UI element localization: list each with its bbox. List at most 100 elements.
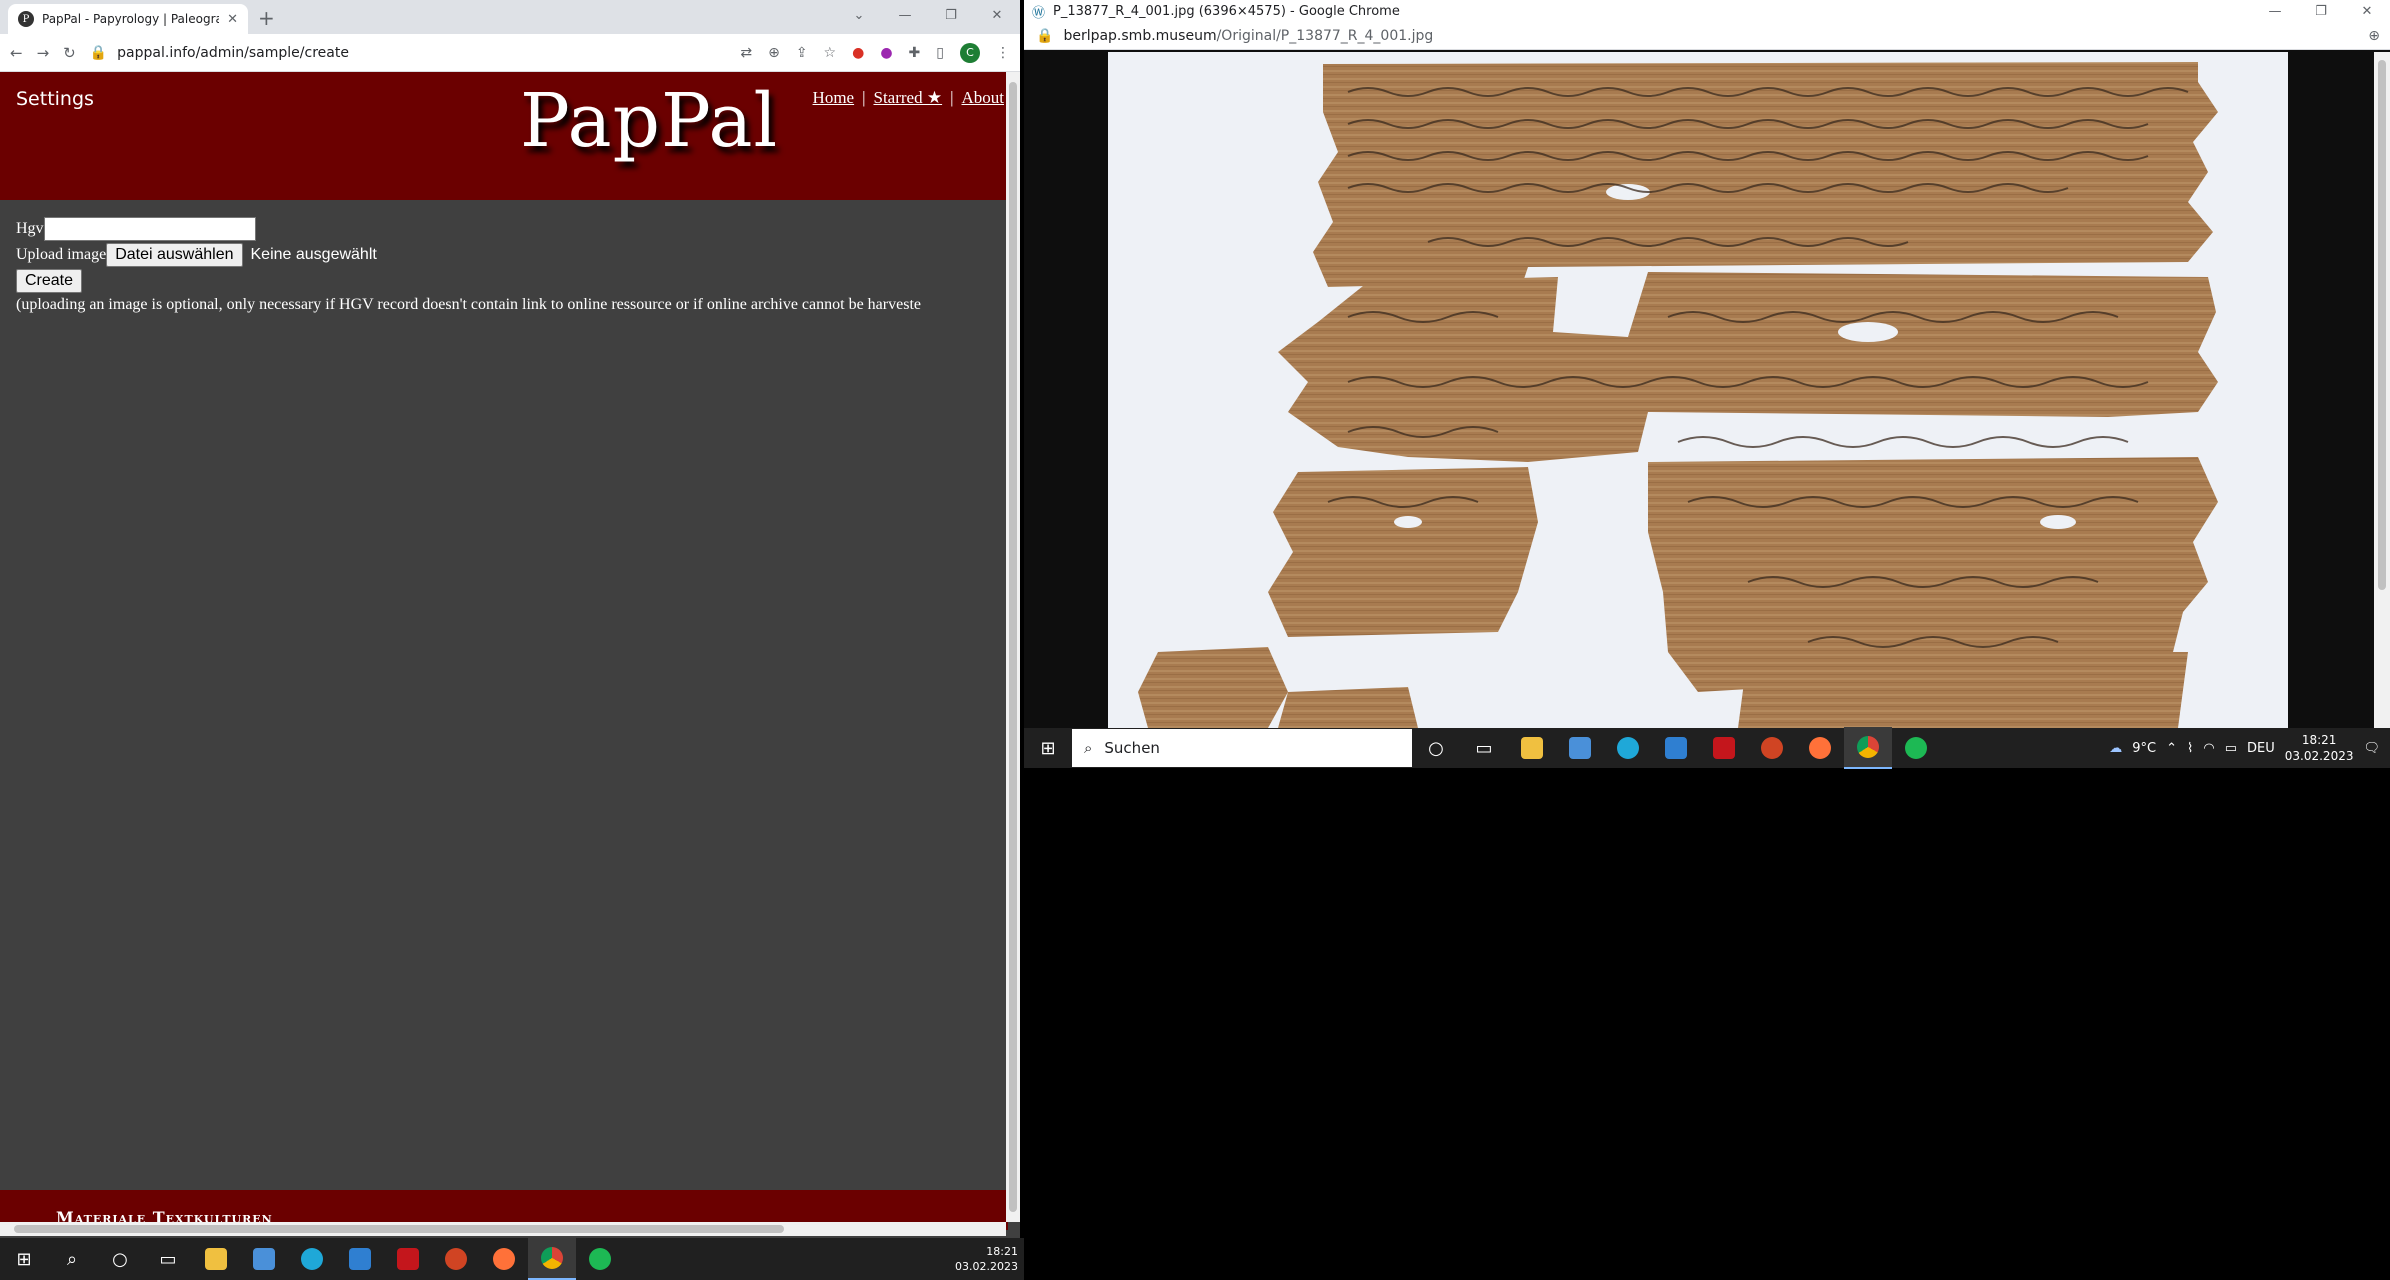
clock-time: 18:21 bbox=[986, 1245, 1018, 1258]
image-vertical-scrollbar[interactable] bbox=[2374, 52, 2390, 728]
acrobat-icon[interactable] bbox=[1700, 727, 1748, 769]
tab-pappal[interactable]: P PapPal - Papyrology | Paleograph ✕ bbox=[8, 4, 248, 34]
right-browser-window: Ⓦ P_13877_R_4_001.jpg (6396×4575) - Goog… bbox=[1024, 0, 2390, 728]
mail-icon[interactable] bbox=[1652, 727, 1700, 769]
new-tab-icon[interactable]: + bbox=[258, 6, 275, 30]
windows-start-icon[interactable]: ⊞ bbox=[0, 1238, 48, 1280]
right-address-bar[interactable]: 🔒 berlpap.smb.museum/Original/P_13877_R_… bbox=[1024, 22, 2390, 50]
left-toolbar: ← → ↻ 🔒 pappal.info/admin/sample/create … bbox=[0, 34, 1020, 72]
settings-link[interactable]: Settings bbox=[16, 88, 94, 110]
hgv-label: Hgv bbox=[16, 220, 44, 237]
store-icon[interactable] bbox=[240, 1238, 288, 1280]
taskbar-left: ⊞ ⌕ ○ ▭ 18:21 03.02.2023 bbox=[0, 1238, 1024, 1280]
upload-row: Upload image Datei auswählen Keine ausge… bbox=[16, 242, 1016, 268]
firefox-icon[interactable] bbox=[1796, 727, 1844, 769]
nav-separator: | bbox=[862, 88, 866, 107]
taskbar-search-box[interactable]: ⌕ Suchen bbox=[1072, 729, 1412, 767]
chrome-icon[interactable] bbox=[528, 1238, 576, 1280]
create-row: Create bbox=[16, 268, 1016, 294]
zoom-icon[interactable]: ⊕ bbox=[2368, 28, 2390, 44]
search-placeholder: Suchen bbox=[1104, 739, 1160, 757]
right-window-controls: — ❐ ✕ bbox=[2252, 0, 2390, 22]
url-text: pappal.info/admin/sample/create bbox=[117, 44, 349, 61]
nav-starred[interactable]: Starred ★ bbox=[874, 88, 943, 108]
address-bar[interactable]: 🔒 pappal.info/admin/sample/create bbox=[90, 45, 727, 61]
bookmark-star-icon[interactable]: ☆ bbox=[824, 45, 837, 61]
side-panel-icon[interactable]: ▯ bbox=[936, 45, 944, 61]
horizontal-scrollbar[interactable] bbox=[0, 1222, 1006, 1236]
cortana-icon[interactable]: ○ bbox=[96, 1238, 144, 1280]
cloud-icon: ☁ bbox=[2109, 740, 2123, 756]
restore-icon[interactable]: ❐ bbox=[2298, 0, 2344, 22]
tab-title: PapPal - Papyrology | Paleograph bbox=[42, 12, 220, 26]
windows-start-icon[interactable]: ⊞ bbox=[1024, 727, 1072, 769]
choose-file-button[interactable]: Datei auswählen bbox=[106, 243, 243, 267]
minimize-icon[interactable]: — bbox=[2252, 0, 2298, 22]
site-header: Settings PapPal Home | Starred ★ | About bbox=[0, 72, 1008, 200]
menu-dots-icon[interactable]: ⋮ bbox=[996, 45, 1010, 61]
task-view-icon[interactable]: ▭ bbox=[144, 1238, 192, 1280]
file-status: Keine ausgewählt bbox=[250, 246, 377, 263]
nav-home[interactable]: Home bbox=[813, 88, 855, 108]
share-icon[interactable]: ⇪ bbox=[796, 45, 808, 61]
edge-icon[interactable] bbox=[1604, 727, 1652, 769]
tab-search-icon[interactable]: ⌄ bbox=[836, 0, 882, 30]
upload-hint: (uploading an image is optional, only ne… bbox=[16, 296, 921, 313]
file-explorer-icon[interactable] bbox=[1508, 727, 1556, 769]
lock-icon: 🔒 bbox=[89, 44, 108, 61]
edge-icon[interactable] bbox=[288, 1238, 336, 1280]
create-button[interactable]: Create bbox=[16, 269, 83, 293]
vertical-scrollbar[interactable] bbox=[1006, 72, 1020, 1222]
chrome-icon[interactable] bbox=[1844, 727, 1892, 769]
taskbar-clock[interactable]: 18:21 03.02.2023 bbox=[2285, 732, 2354, 764]
translate-icon[interactable]: ⇄ bbox=[740, 45, 752, 61]
search-icon: ⌕ bbox=[1084, 739, 1093, 757]
hgv-input[interactable] bbox=[43, 217, 256, 241]
create-sample-form: Hgv Upload image Datei auswählen Keine a… bbox=[16, 216, 1016, 314]
powerpoint-icon[interactable] bbox=[1748, 727, 1796, 769]
puzzle-icon[interactable]: ✚ bbox=[909, 45, 921, 61]
task-view-icon[interactable]: ▭ bbox=[1460, 727, 1508, 769]
acrobat-icon[interactable] bbox=[384, 1238, 432, 1280]
close-window-icon[interactable]: ✕ bbox=[974, 0, 1020, 30]
weather-temp[interactable]: 9°C bbox=[2132, 741, 2156, 756]
battery-icon[interactable]: ▭ bbox=[2225, 741, 2237, 756]
close-window-icon[interactable]: ✕ bbox=[2344, 0, 2390, 22]
search-icon[interactable]: ⌕ bbox=[48, 1238, 96, 1280]
store-icon[interactable] bbox=[1556, 727, 1604, 769]
site-nav: Home | Starred ★ | About bbox=[813, 88, 1004, 108]
tray-expand-icon[interactable]: ⌃ bbox=[2166, 741, 2177, 756]
profile-avatar[interactable]: C bbox=[960, 42, 980, 63]
taskbar-clock[interactable]: 18:21 03.02.2023 bbox=[955, 1244, 1024, 1274]
firefox-icon[interactable] bbox=[480, 1238, 528, 1280]
nav-about[interactable]: About bbox=[962, 88, 1005, 108]
pappal-favicon-icon: P bbox=[18, 11, 34, 27]
forward-icon[interactable]: → bbox=[37, 44, 50, 62]
clock-time: 18:21 bbox=[2301, 733, 2337, 747]
upload-label: Upload image bbox=[16, 246, 107, 263]
network-icon[interactable]: ⌇ bbox=[2187, 741, 2193, 756]
wordpress-favicon-icon: Ⓦ bbox=[1032, 5, 1046, 21]
minimize-icon[interactable]: — bbox=[882, 0, 928, 30]
notification-icon[interactable]: 🗨 bbox=[2363, 741, 2380, 756]
clock-date: 03.02.2023 bbox=[955, 1260, 1018, 1273]
file-explorer-icon[interactable] bbox=[192, 1238, 240, 1280]
back-icon[interactable]: ← bbox=[10, 44, 23, 62]
cortana-icon[interactable]: ○ bbox=[1412, 727, 1460, 769]
papyrus-image bbox=[1108, 52, 2288, 728]
spotify-icon[interactable] bbox=[1892, 727, 1940, 769]
spotify-icon[interactable] bbox=[576, 1238, 624, 1280]
restore-icon[interactable]: ❐ bbox=[928, 0, 974, 30]
language-indicator[interactable]: DEU bbox=[2247, 741, 2275, 756]
mail-icon[interactable] bbox=[336, 1238, 384, 1280]
url-host: berlpap.smb.museum bbox=[1063, 27, 1217, 44]
close-tab-icon[interactable]: ✕ bbox=[227, 12, 238, 27]
extension-red-icon[interactable]: ● bbox=[852, 45, 864, 61]
taskbar-right: ⊞ ⌕ Suchen ○ ▭ ☁ 9°C ⌃ ⌇ ◠ ▭ DEU 18:21 0… bbox=[1024, 727, 2390, 769]
zoom-icon[interactable]: ⊕ bbox=[768, 45, 780, 61]
wifi-icon[interactable]: ◠ bbox=[2203, 741, 2214, 756]
powerpoint-icon[interactable] bbox=[432, 1238, 480, 1280]
reload-icon[interactable]: ↻ bbox=[63, 44, 76, 62]
left-tab-strip: P PapPal - Papyrology | Paleograph ✕ + ⌄… bbox=[0, 0, 1020, 34]
extension-purple-icon[interactable]: ● bbox=[880, 45, 892, 61]
